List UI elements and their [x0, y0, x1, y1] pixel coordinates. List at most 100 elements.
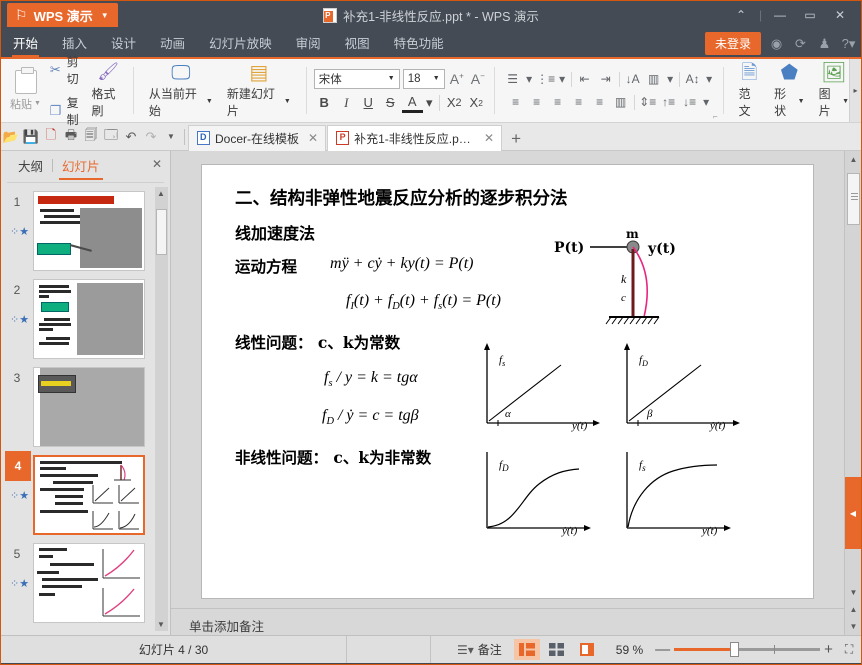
increase-indent-button[interactable]: ⇥ — [596, 70, 616, 89]
login-button[interactable]: 未登录 — [704, 32, 761, 55]
collapse-ribbon-icon[interactable]: ⌃ — [726, 2, 756, 28]
open-icon[interactable]: 📂 — [1, 124, 21, 150]
italic-button[interactable]: I — [336, 93, 357, 113]
nonlinear-problem-label[interactable]: 非线性问题： c、k为非常数 — [235, 446, 431, 468]
notes-pane[interactable]: 单击添加备注 — [171, 608, 844, 635]
undo-icon[interactable]: ↶ — [121, 124, 141, 150]
tab-review[interactable]: 审阅 — [284, 33, 333, 57]
tab-design[interactable]: 设计 — [99, 33, 148, 57]
strikethrough-button[interactable]: S — [380, 93, 401, 113]
zoom-slider-handle[interactable] — [730, 642, 740, 657]
slide-thumbnail-list[interactable]: 1 ⁘★ 2 ⁘★ 3 4 ⁘★ 5 ⁘★ — [1, 183, 170, 635]
list-item[interactable]: 5 ⁘★ — [1, 539, 170, 627]
ribbon-expand-button[interactable]: ▸ — [849, 59, 861, 122]
sidebar-scrollbar[interactable]: ▲ ▼ — [155, 187, 168, 631]
fit-to-window-button[interactable]: ⛶ — [837, 642, 853, 657]
shrink-font-button[interactable]: A− — [469, 71, 487, 87]
list-item[interactable]: 3 — [1, 363, 170, 451]
distribute-button[interactable]: ≡ — [590, 93, 610, 112]
slide-canvas[interactable]: 二、结构非弹性地震反应分析的逐步积分法 线加速度法 运动方程 mÿ + cẏ +… — [201, 164, 814, 599]
chevron-down-icon[interactable]: ▼ — [433, 75, 440, 82]
paragraph-dialog-launcher[interactable]: ⌐ — [713, 112, 718, 121]
globe-icon[interactable]: ◉ — [768, 36, 785, 52]
slide-thumbnail[interactable] — [33, 543, 145, 623]
equation-1[interactable]: mÿ + cẏ + ky(t) = P(t) — [330, 255, 474, 273]
column-button[interactable]: ▥ — [611, 93, 631, 112]
zoom-slider[interactable] — [674, 642, 821, 657]
decrease-indent-button[interactable]: ⇤ — [575, 70, 595, 89]
slide-thumbnail[interactable] — [33, 367, 145, 447]
underline-button[interactable]: U — [358, 93, 379, 113]
tab-slideshow[interactable]: 幻灯片放映 — [197, 33, 284, 57]
numbered-list-button[interactable]: ⋮≡ — [536, 70, 556, 89]
align-center-button[interactable]: ≡ — [527, 93, 547, 112]
reading-view-button[interactable] — [574, 639, 600, 660]
list-item[interactable]: 1 ⁘★ — [1, 187, 170, 275]
document-tab-current[interactable]: 补充1-非线性反应.ppt * ✕ — [327, 124, 503, 151]
chevron-down-icon[interactable]: ▾ — [524, 70, 535, 89]
copy-button[interactable]: ❐ 复制 — [45, 92, 91, 130]
close-icon[interactable]: ✕ — [484, 131, 494, 145]
font-size-select[interactable]: 18 ▼ — [402, 68, 445, 89]
space-after-button[interactable]: ↓≡ — [680, 93, 700, 112]
chevron-down-icon[interactable]: ▼ — [842, 98, 849, 105]
equation-2[interactable]: fI(t) + fD(t) + fs(t) = P(t) — [346, 292, 501, 312]
vertical-text-button[interactable]: A↕ — [683, 70, 703, 89]
tab-outline[interactable]: 大纲 — [9, 156, 52, 175]
canvas-scrollbar[interactable]: ▲ ◀ ▼ ▲ ▼ — [844, 151, 861, 635]
chevron-down-icon[interactable]: ▼ — [388, 75, 395, 82]
tab-view[interactable]: 视图 — [333, 33, 382, 57]
slide-title[interactable]: 二、结构非弹性地震反应分析的逐步积分法 — [235, 185, 568, 210]
linear-problem-label[interactable]: 线性问题： c、k为常数 — [235, 331, 400, 353]
sync-icon[interactable]: ⟳ — [792, 36, 809, 52]
align-text-button[interactable]: ▥ — [644, 70, 664, 89]
wps-app-badge[interactable]: ⚐ WPS 演示 ▼ — [7, 3, 118, 27]
paste-button[interactable]: 粘贴 ▼ — [6, 59, 45, 122]
scrollbar-thumb[interactable] — [156, 209, 167, 255]
new-tab-button[interactable]: + — [503, 129, 529, 151]
scroll-down-icon[interactable]: ▼ — [157, 620, 165, 629]
graph-linear-stiffness[interactable]: fs α y(t) — [477, 341, 622, 437]
line-spacing-button[interactable]: ⇕≡ — [638, 93, 658, 112]
tab-start[interactable]: 开始 — [1, 33, 50, 57]
document-tab-docer[interactable]: Docer-在线模板 ✕ — [188, 124, 327, 151]
cut-button[interactable]: ✂ 剪切 — [45, 51, 91, 89]
chevron-down-icon[interactable]: ▾ — [557, 70, 568, 89]
graph-nonlinear-damping[interactable]: fD ẏ(t) — [477, 446, 622, 542]
scroll-down-icon[interactable]: ▼ — [845, 584, 862, 601]
zoom-out-button[interactable]: — — [651, 641, 674, 658]
minimize-icon[interactable]: — — [765, 2, 795, 28]
chevron-down-icon[interactable]: ▼ — [798, 98, 805, 105]
new-slide-button[interactable]: ▤ 新建幻灯片 ▼ — [220, 59, 298, 122]
notes-toggle-button[interactable]: ☰▾ 备注 — [447, 641, 512, 658]
bold-button[interactable]: B — [314, 93, 335, 113]
close-panel-icon[interactable]: ✕ — [152, 157, 162, 171]
print-setup-icon[interactable]: 🗔 — [101, 124, 121, 150]
list-item[interactable]: 2 ⁘★ — [1, 275, 170, 363]
zoom-in-button[interactable]: + — [820, 641, 837, 658]
normal-view-button[interactable] — [513, 639, 540, 660]
scroll-up-icon[interactable]: ▲ — [157, 189, 165, 198]
slide-thumbnail[interactable] — [33, 191, 145, 271]
previous-slide-icon[interactable]: ▲ — [845, 601, 862, 618]
font-family-select[interactable]: 宋体 ▼ — [313, 68, 400, 89]
list-item[interactable]: 4 ⁘★ — [1, 451, 170, 539]
chevron-down-icon[interactable]: ▼ — [34, 100, 41, 107]
chevron-down-icon[interactable]: ▾ — [701, 93, 712, 112]
graph-nonlinear-stiffness[interactable]: fs y(t) — [617, 446, 762, 542]
scrollbar-thumb[interactable] — [847, 173, 860, 225]
start-from-current-button[interactable]: 🖵 从当前开始 ▼ — [142, 59, 220, 122]
scroll-up-icon[interactable]: ▲ — [845, 151, 862, 168]
justify-button[interactable]: ≡ — [569, 93, 589, 112]
maximize-icon[interactable]: ▭ — [795, 2, 825, 28]
shape-button[interactable]: ⬟ 形状 ▼ — [767, 59, 811, 122]
tab-special-features[interactable]: 特色功能 — [382, 33, 456, 57]
superscript-button[interactable]: X2 — [444, 93, 465, 113]
graph-linear-damping[interactable]: fD β ẏ(t) — [617, 341, 762, 437]
chevron-down-icon[interactable]: ▾ — [665, 70, 676, 89]
subscript-button[interactable]: X2 — [466, 93, 487, 113]
chevron-down-icon[interactable]: ▼ — [101, 11, 109, 20]
template-button[interactable]: 🗎 范文 — [732, 59, 768, 122]
chevron-down-icon[interactable]: ▾ — [424, 93, 435, 113]
close-icon[interactable]: ✕ — [825, 2, 855, 28]
